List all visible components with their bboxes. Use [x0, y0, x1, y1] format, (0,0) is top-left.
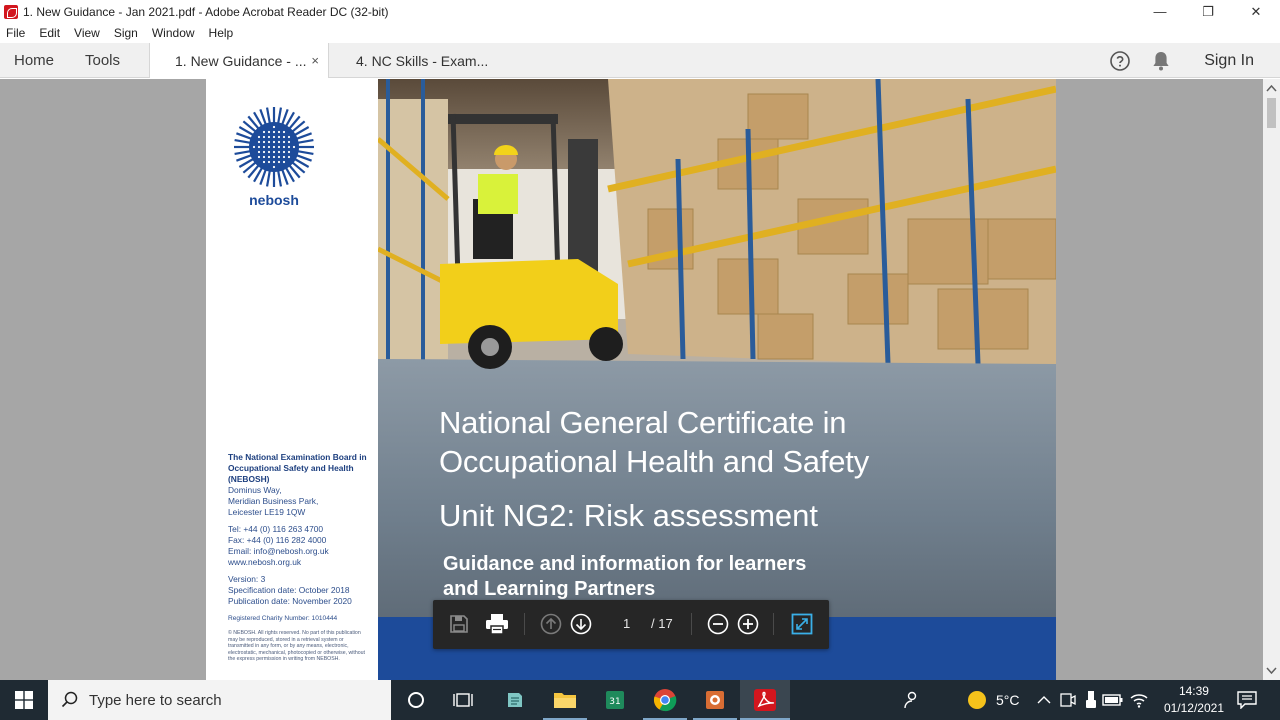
address-line: Leicester LE19 1QW [228, 507, 306, 517]
acrobat-reader-icon[interactable] [753, 688, 777, 712]
subtitle-line-2: and Learning Partners [443, 578, 656, 600]
cortana-icon[interactable] [404, 688, 428, 712]
window-controls: — ❐ ✕ [1136, 0, 1280, 23]
subtitle: Guidance and information for learners an… [443, 552, 806, 602]
svg-text:31: 31 [609, 697, 620, 707]
windows-start-icon[interactable] [0, 680, 48, 720]
organisation-name: The National Examination Board in Occupa… [228, 452, 367, 484]
file-explorer-icon[interactable] [553, 688, 577, 712]
address-line: Dominus Way, [228, 485, 282, 495]
scroll-down-arrow-icon[interactable] [1263, 664, 1280, 678]
nebosh-logo-text: nebosh [249, 192, 299, 208]
total-pages: / 17 [651, 616, 673, 631]
contact-phone: Tel: +44 (0) 116 263 4700 [228, 524, 324, 534]
contact-website: www.nebosh.org.uk [228, 557, 302, 567]
menu-bar: File Edit View Sign Window Help [0, 23, 1280, 43]
address-line: Meridian Business Park, [228, 496, 319, 506]
weather-temperature[interactable]: 5°C [996, 692, 1020, 708]
menu-window[interactable]: Window [152, 26, 195, 40]
close-tab-icon[interactable]: × [311, 53, 319, 68]
taskbar-search-box[interactable]: Type here to search [48, 680, 391, 720]
menu-view[interactable]: View [74, 26, 100, 40]
fit-page-icon[interactable] [790, 612, 814, 636]
question-circle-icon[interactable] [1109, 50, 1131, 72]
scrollbar-thumb[interactable] [1267, 98, 1276, 128]
tab-bar: Home Tools 1. New Guidance - ... × 4. NC… [0, 43, 1280, 78]
weather-sun-icon[interactable] [965, 688, 989, 712]
bell-icon[interactable] [1150, 50, 1172, 72]
document-tab-nc-skills[interactable]: 4. NC Skills - Exam... [331, 43, 509, 78]
document-tab-label: 1. New Guidance - ... [175, 52, 307, 69]
wifi-icon[interactable] [1127, 688, 1151, 712]
task-view-icon[interactable] [451, 688, 475, 712]
zoom-in-icon[interactable] [736, 612, 760, 636]
menu-help[interactable]: Help [209, 26, 234, 40]
clock-date: 01/12/2021 [1163, 701, 1224, 715]
cover-left-column: nebosh The National Examination Board in… [206, 79, 378, 680]
cover-image: National General Certificate in Occupati… [378, 79, 1056, 680]
title-line-2: Occupational Health and Safety [439, 444, 869, 479]
document-title: National General Certificate in Occupati… [439, 403, 869, 481]
scroll-up-arrow-icon[interactable] [1263, 81, 1280, 95]
contact-fax: Fax: +44 (0) 116 282 4000 [228, 535, 327, 545]
save-icon[interactable] [447, 612, 471, 636]
close-window-button[interactable]: ✕ [1232, 0, 1280, 23]
usb-device-icon[interactable] [1079, 688, 1103, 712]
sign-in-button[interactable]: Sign In [1204, 43, 1254, 78]
menu-file[interactable]: File [6, 26, 25, 40]
search-placeholder: Type here to search [89, 691, 222, 709]
subtitle-line-1: Guidance and information for learners [443, 553, 807, 575]
pdf-page: nebosh The National Examination Board in… [206, 79, 1056, 680]
notifications-icon[interactable] [1235, 688, 1259, 712]
search-icon [61, 691, 78, 708]
notes-app-icon[interactable] [503, 688, 527, 712]
minimize-button[interactable]: — [1136, 0, 1184, 23]
show-hidden-icons-chevron-icon[interactable] [1032, 688, 1056, 712]
restore-button[interactable]: ❐ [1184, 0, 1232, 23]
battery-icon[interactable] [1101, 688, 1125, 712]
window-title: 1. New Guidance - Jan 2021.pdf - Adobe A… [23, 4, 389, 19]
organisation-details: The National Examination Board in Occupa… [228, 452, 368, 663]
presentation-app-icon[interactable] [703, 688, 727, 712]
vertical-scrollbar[interactable] [1263, 79, 1280, 680]
system-clock[interactable]: 14:39 01/12/2021 [1164, 683, 1224, 717]
print-icon[interactable] [485, 612, 509, 636]
floating-page-toolbar: 1 / 17 [433, 600, 829, 649]
title-line-1: National General Certificate in [439, 405, 847, 440]
outlook-calendar-icon[interactable]: 31 [603, 688, 627, 712]
copyright-notice: © NEBOSH. All rights reserved. No part o… [228, 630, 365, 663]
charity-number: Registered Charity Number: 1010444 [228, 615, 338, 622]
document-tab-label: 4. NC Skills - Exam... [356, 52, 489, 69]
tab-home[interactable]: Home [14, 43, 54, 78]
unit-title: Unit NG2: Risk assessment [439, 498, 818, 533]
contact-email: Email: info@nebosh.org.uk [228, 546, 329, 556]
document-viewer[interactable]: nebosh The National Examination Board in… [0, 79, 1280, 680]
acrobat-app-icon [4, 4, 18, 19]
tab-tools[interactable]: Tools [85, 43, 120, 78]
nebosh-logo [234, 107, 314, 187]
specification-date: Specification date: October 2018 [228, 585, 350, 595]
publication-date: Publication date: November 2020 [228, 596, 352, 606]
document-tab-new-guidance[interactable]: 1. New Guidance - ... × [149, 43, 329, 78]
chrome-icon[interactable] [653, 688, 677, 712]
next-page-icon[interactable] [569, 612, 593, 636]
menu-sign[interactable]: Sign [114, 26, 138, 40]
title-bar: 1. New Guidance - Jan 2021.pdf - Adobe A… [0, 0, 1280, 23]
meet-now-icon[interactable] [1055, 688, 1079, 712]
clock-time: 14:39 [1178, 684, 1209, 698]
people-icon[interactable] [898, 688, 922, 712]
current-page-number[interactable]: 1 [623, 616, 630, 631]
zoom-out-icon[interactable] [706, 612, 730, 636]
menu-edit[interactable]: Edit [39, 26, 60, 40]
previous-page-icon[interactable] [539, 612, 563, 636]
windows-taskbar: Type here to search 31 5°C 14:39 01/12/2… [0, 680, 1280, 720]
version: Version: 3 [228, 574, 266, 584]
